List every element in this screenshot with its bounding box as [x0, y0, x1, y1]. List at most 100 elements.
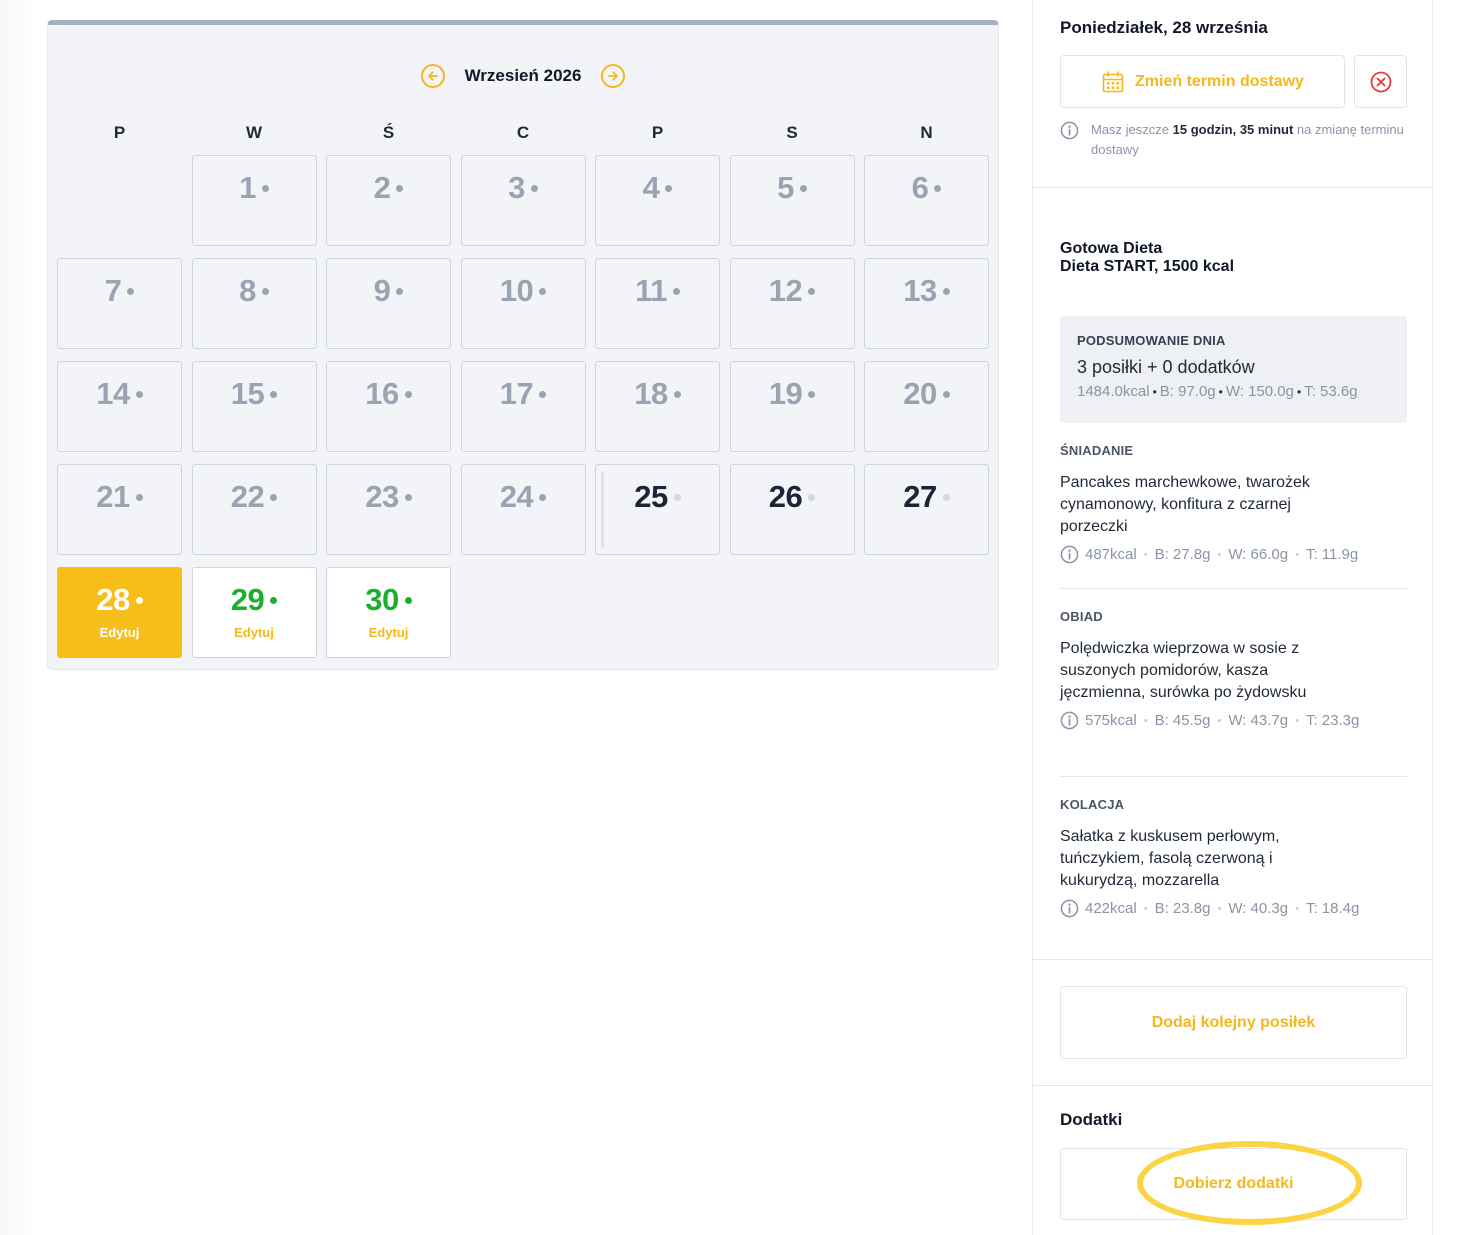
summary-carbs: W: 150.0g	[1225, 383, 1294, 400]
day-number: 1	[239, 170, 256, 205]
delivery-dot	[404, 596, 412, 604]
delivery-dot	[799, 184, 807, 192]
calendar-day[interactable]: 17	[460, 361, 586, 452]
day-number: 25	[634, 479, 668, 514]
delivery-dot	[934, 184, 942, 192]
calendar-day[interactable]: 20	[864, 361, 989, 452]
separator-dot: •	[1143, 548, 1148, 561]
delivery-dot	[396, 184, 404, 192]
calendar-day[interactable]: 11	[595, 258, 720, 349]
arrow-left-icon	[427, 71, 438, 81]
next-month-button[interactable]	[601, 64, 626, 88]
calendar-day[interactable]: 6	[864, 155, 989, 246]
calendar-day[interactable]: 27	[864, 464, 989, 555]
day-number: 19	[768, 376, 803, 411]
delivery-dot	[396, 287, 404, 295]
delivery-dot	[673, 390, 681, 398]
day-number: 2	[373, 170, 391, 205]
addons-title: Dodatki	[1060, 1110, 1123, 1129]
calendar-day[interactable]: 5	[729, 155, 855, 246]
calendar-day[interactable]: 8	[191, 258, 317, 349]
day-number: 14	[96, 376, 130, 411]
calendar-day[interactable]: 7	[57, 258, 182, 349]
calendar-day[interactable]: 23	[326, 464, 451, 555]
calendar-day[interactable]: 29 Edytuj	[191, 567, 317, 658]
calendar-day[interactable]: 18	[595, 361, 720, 452]
weekday-label: P	[113, 123, 126, 142]
calendar-day[interactable]: 14	[57, 361, 182, 452]
day-number: 9	[373, 273, 391, 308]
meal-lunch: OBIAD Polędwiczka wieprzowa w sosie z su…	[1060, 609, 1407, 730]
calendar-day[interactable]: 25	[595, 464, 720, 555]
empty-cell	[57, 155, 182, 246]
day-number: 17	[499, 376, 534, 411]
day-number: 5	[777, 170, 794, 205]
meal-label: OBIAD	[1060, 609, 1103, 624]
delivery-dot	[270, 390, 278, 398]
calendar-day[interactable]: 4	[595, 155, 720, 246]
calendar-day[interactable]: 2	[326, 155, 451, 246]
calendar-day[interactable]: 16	[326, 361, 451, 452]
weekday-label: W	[245, 123, 263, 142]
day-number: 29	[230, 582, 265, 617]
add-meal-button[interactable]: Dodaj kolejny posiłek	[1060, 986, 1407, 1059]
calendar-day[interactable]: 15	[191, 361, 317, 452]
weekday-label: S	[786, 123, 798, 142]
calendar-day[interactable]: 30 Edytuj	[326, 567, 451, 658]
diet-line: Gotowa Dieta	[1060, 240, 1163, 257]
change-delivery-date-button[interactable]: Zmień termin dostawy	[1060, 55, 1345, 108]
separator-dot: •	[1295, 548, 1299, 561]
prev-month-button[interactable]	[420, 64, 445, 88]
meal-label: ŚNIADANIE	[1060, 443, 1134, 458]
day-number: 7	[104, 273, 122, 308]
delivery-dot	[127, 287, 135, 295]
meal-macros: 422kcal • B: 23.8g • W: 40.3g • T: 18.4g	[1060, 899, 1407, 918]
meal-kcal: 422kcal	[1085, 900, 1137, 917]
delivery-dot	[539, 390, 547, 398]
day-number: 30	[365, 582, 399, 617]
arrow-right-icon	[608, 71, 619, 81]
change-deadline-note: Masz jeszcze 15 godzin, 35 minut na zmia…	[1060, 120, 1410, 160]
summary-macros: 1484.0kcal • B: 97.0g • W: 150.0g • T: 53.6g	[1077, 383, 1390, 400]
edit-day-link[interactable]: Edytuj	[234, 625, 274, 640]
edit-day-link[interactable]: Edytuj	[369, 625, 409, 640]
day-number: 28	[96, 582, 130, 617]
calendar-day[interactable]: 13	[864, 258, 989, 349]
day-number: 13	[903, 273, 937, 308]
calendar-day-selected[interactable]: 28 Edytuj	[57, 567, 182, 658]
delivery-dot	[539, 493, 547, 501]
calendar-day[interactable]: 3	[460, 155, 586, 246]
calendar-day[interactable]: 24	[460, 464, 586, 555]
calendar-day[interactable]: 10	[460, 258, 586, 349]
delivery-dot	[135, 390, 143, 398]
calendar-day[interactable]: 9	[326, 258, 451, 349]
calendar-day[interactable]: 26	[729, 464, 855, 555]
cancel-delivery-button[interactable]	[1354, 55, 1407, 108]
calendar-day[interactable]: 19	[729, 361, 855, 452]
info-icon[interactable]	[1060, 545, 1079, 564]
calendar-day[interactable]: 22	[191, 464, 317, 555]
meal-breakfast: ŚNIADANIE Pancakes marchewkowe, twarożek…	[1060, 443, 1407, 564]
day-number: 23	[365, 479, 399, 514]
edit-day-link[interactable]: Edytuj	[100, 625, 140, 640]
meal-label: KOLACJA	[1060, 797, 1125, 812]
meal-macros: 487kcal • B: 27.8g • W: 66.0g • T: 11.9g	[1060, 545, 1407, 564]
weekday-header: P W Ś C P S N	[57, 123, 989, 143]
calendar-day[interactable]: 1	[191, 155, 317, 246]
day-number: 11	[635, 273, 667, 308]
day-summary: PODSUMOWANIE DNIA 3 posiłki + 0 dodatków…	[1060, 316, 1407, 423]
separator-dot: •	[1218, 385, 1223, 399]
calendar-day[interactable]: 21	[57, 464, 182, 555]
diet-name: Gotowa Dieta Dieta START, 1500 kcal	[1060, 240, 1234, 276]
delivery-dot	[404, 493, 412, 501]
separator-dot: •	[1217, 902, 1222, 915]
meal-carbs: W: 40.3g	[1228, 900, 1289, 917]
calendar-day[interactable]: 12	[729, 258, 855, 349]
selected-date-title: Poniedziałek, 28 września	[1060, 18, 1268, 37]
delivery-dot	[270, 596, 278, 604]
meal-fat: T: 18.4g	[1305, 900, 1360, 917]
info-icon[interactable]	[1060, 899, 1079, 918]
day-number: 21	[96, 479, 130, 514]
info-icon[interactable]	[1060, 711, 1079, 730]
meal-fat: T: 11.9g	[1305, 546, 1359, 563]
